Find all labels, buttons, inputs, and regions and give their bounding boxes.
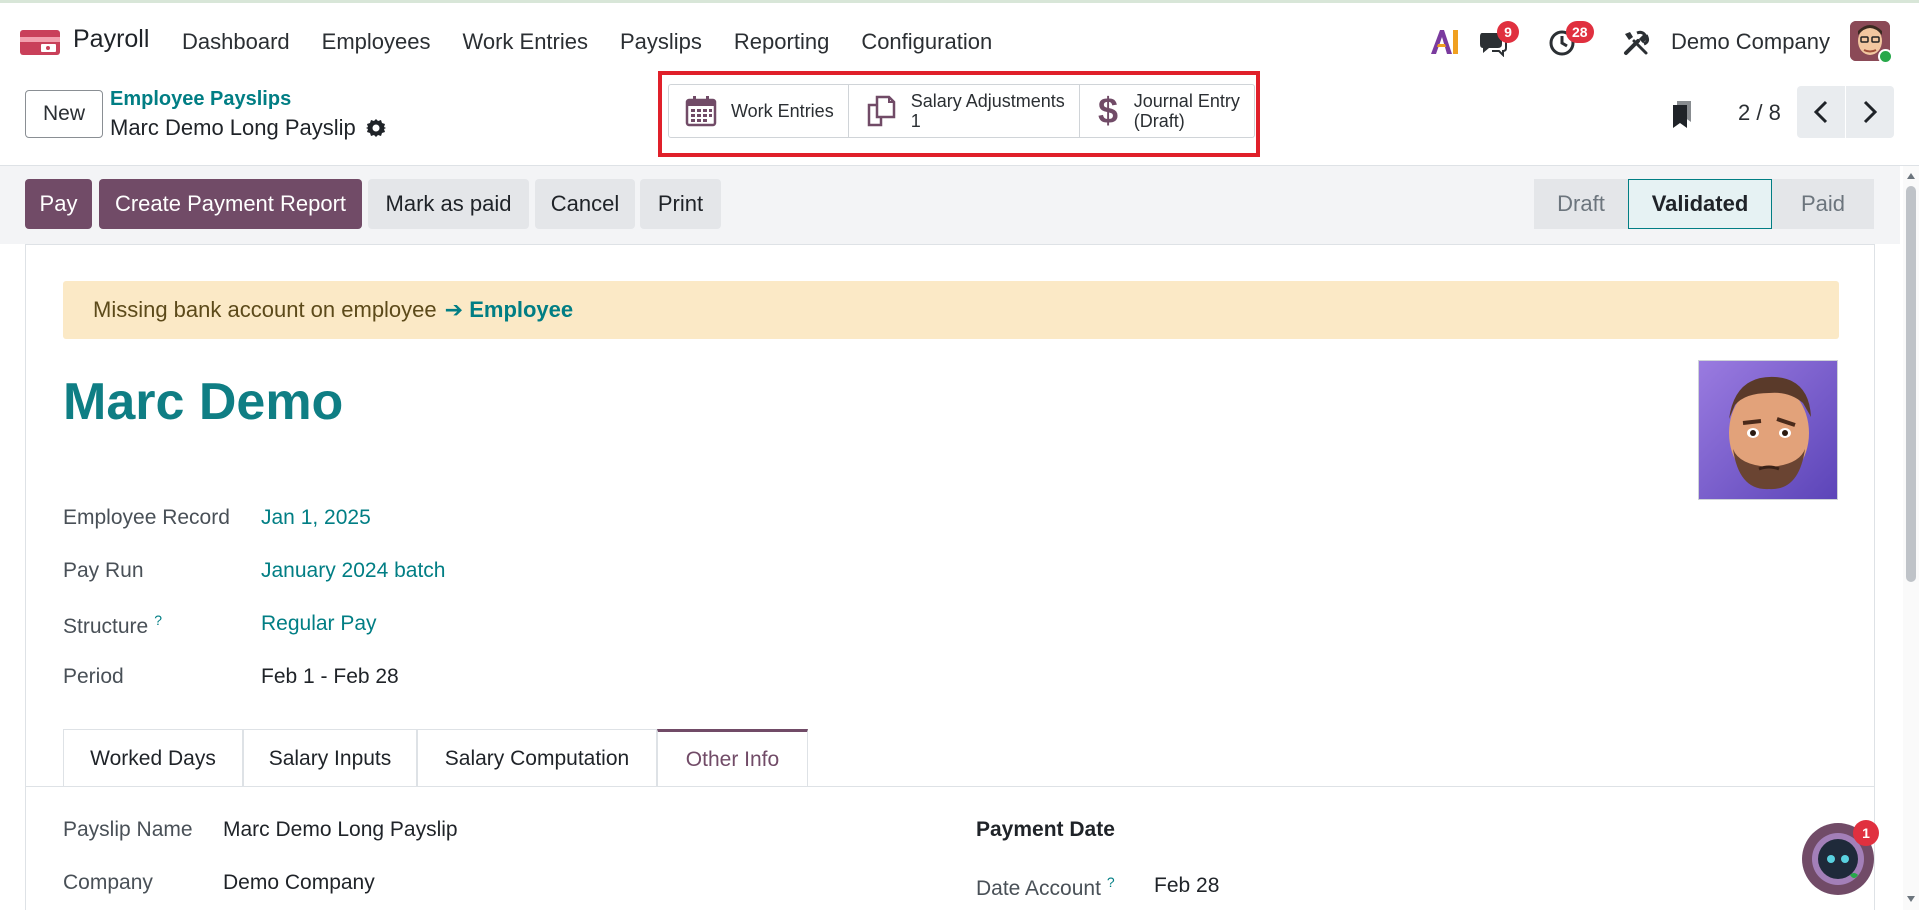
salary-adjustments-text: Salary Adjustments bbox=[910, 91, 1065, 111]
work-entries-smart-button[interactable]: Work Entries bbox=[669, 85, 849, 137]
stage-draft[interactable]: Draft bbox=[1534, 179, 1628, 229]
payslip-name-value[interactable]: Marc Demo Long Payslip bbox=[223, 818, 458, 842]
chevron-right-icon bbox=[1863, 100, 1877, 124]
gear-icon[interactable] bbox=[365, 118, 386, 138]
structure-label: Structure? bbox=[63, 612, 162, 639]
breadcrumb-employee-payslips[interactable]: Employee Payslips bbox=[110, 88, 291, 111]
payment-date-label: Payment Date bbox=[976, 818, 1115, 841]
bookmark-icon[interactable] bbox=[1671, 100, 1695, 130]
chevron-left-icon bbox=[1814, 100, 1828, 124]
pay-button[interactable]: Pay bbox=[25, 179, 92, 229]
scroll-down-arrow-icon[interactable] bbox=[1905, 893, 1917, 905]
employee-name[interactable]: Marc Demo bbox=[63, 372, 343, 432]
salary-adjustments-count: 1 bbox=[910, 111, 921, 131]
online-status-icon bbox=[1878, 49, 1893, 64]
journal-entry-text: Journal Entry bbox=[1133, 91, 1240, 111]
form-tabs: Worked Days Salary Inputs Salary Computa… bbox=[63, 729, 808, 787]
bank-account-alert: Missing bank account on employee ➔ Emplo… bbox=[63, 281, 1839, 339]
company-switcher[interactable]: Demo Company bbox=[1671, 29, 1830, 55]
date-account-help-icon[interactable]: ? bbox=[1107, 874, 1115, 890]
top-navbar: Payroll Dashboard Employees Work Entries… bbox=[0, 0, 1919, 78]
scrollbar-thumb[interactable] bbox=[1906, 186, 1916, 582]
payslip-name-label: Payslip Name bbox=[63, 818, 193, 841]
menu-work-entries[interactable]: Work Entries bbox=[446, 27, 604, 57]
alert-employee-link[interactable]: ➔ Employee bbox=[445, 297, 573, 323]
status-bar: Pay Create Payment Report Mark as paid C… bbox=[0, 166, 1900, 244]
record-title: Marc Demo Long Payslip bbox=[110, 115, 386, 141]
tab-other-info[interactable]: Other Info bbox=[657, 729, 808, 787]
employee-record-label: Employee Record bbox=[63, 506, 230, 529]
pay-run-value[interactable]: January 2024 batch bbox=[261, 559, 445, 583]
app-name[interactable]: Payroll bbox=[73, 25, 149, 54]
date-account-label-text: Date Account bbox=[976, 877, 1101, 900]
mark-as-paid-button[interactable]: Mark as paid bbox=[368, 179, 529, 229]
main-menu: Dashboard Employees Work Entries Payslip… bbox=[182, 27, 1008, 57]
employee-photo[interactable] bbox=[1698, 360, 1838, 500]
structure-label-text: Structure bbox=[63, 615, 149, 638]
alert-text: Missing bank account on employee bbox=[93, 297, 437, 322]
dollar-icon: $ bbox=[1098, 91, 1118, 131]
print-button[interactable]: Print bbox=[640, 179, 721, 229]
tab-salary-inputs[interactable]: Salary Inputs bbox=[243, 729, 417, 787]
journal-entry-smart-button[interactable]: $ Journal Entry (Draft) bbox=[1080, 85, 1254, 137]
pager-previous-button[interactable] bbox=[1797, 86, 1845, 138]
copy-documents-icon bbox=[867, 95, 895, 127]
period-value[interactable]: Feb 1 - Feb 28 bbox=[261, 665, 399, 689]
svg-text:$: $ bbox=[1098, 91, 1118, 131]
pager-next-button[interactable] bbox=[1846, 86, 1894, 138]
ai-icon[interactable] bbox=[1428, 27, 1460, 57]
calendar-icon bbox=[685, 96, 717, 127]
company-label: Company bbox=[63, 871, 153, 894]
journal-entry-label: Journal Entry (Draft) bbox=[1134, 91, 1240, 131]
new-button[interactable]: New bbox=[25, 90, 103, 138]
debug-tools-icon[interactable] bbox=[1622, 29, 1650, 57]
cancel-button[interactable]: Cancel bbox=[535, 179, 635, 229]
tab-salary-computation[interactable]: Salary Computation bbox=[417, 729, 657, 787]
livechat-badge: 1 bbox=[1853, 820, 1879, 846]
journal-entry-state: (Draft) bbox=[1133, 111, 1185, 131]
work-entries-label: Work Entries bbox=[731, 101, 834, 121]
tab-worked-days[interactable]: Worked Days bbox=[63, 729, 243, 787]
employee-record-value[interactable]: Jan 1, 2025 bbox=[261, 506, 371, 530]
menu-reporting[interactable]: Reporting bbox=[718, 27, 845, 57]
smart-buttons: Work Entries Salary Adjustments 1 $ Jour… bbox=[668, 84, 1255, 138]
stage-validated[interactable]: Validated bbox=[1628, 179, 1772, 229]
payroll-app-icon[interactable] bbox=[19, 27, 61, 57]
menu-payslips[interactable]: Payslips bbox=[604, 27, 718, 57]
menu-dashboard[interactable]: Dashboard bbox=[182, 27, 306, 57]
salary-adjustments-smart-button[interactable]: Salary Adjustments 1 bbox=[849, 85, 1080, 137]
period-label: Period bbox=[63, 665, 124, 688]
record-title-text: Marc Demo Long Payslip bbox=[110, 115, 356, 140]
structure-value[interactable]: Regular Pay bbox=[261, 612, 377, 636]
tab-divider bbox=[25, 786, 1875, 787]
messages-badge: 9 bbox=[1497, 21, 1519, 43]
structure-help-icon[interactable]: ? bbox=[154, 612, 162, 628]
pay-run-label: Pay Run bbox=[63, 559, 144, 582]
date-account-label: Date Account? bbox=[976, 874, 1115, 901]
menu-configuration[interactable]: Configuration bbox=[845, 27, 1008, 57]
company-value[interactable]: Demo Company bbox=[223, 871, 375, 895]
date-account-value[interactable]: Feb 28 bbox=[1154, 874, 1219, 898]
create-payment-report-button[interactable]: Create Payment Report bbox=[99, 179, 362, 229]
activity-badge: 28 bbox=[1566, 21, 1594, 43]
menu-employees[interactable]: Employees bbox=[306, 27, 447, 57]
status-stages: Draft Validated Paid bbox=[1534, 179, 1874, 229]
stage-paid[interactable]: Paid bbox=[1772, 179, 1874, 229]
pager-value[interactable]: 2 / 8 bbox=[1738, 100, 1781, 126]
scroll-up-arrow-icon[interactable] bbox=[1905, 170, 1917, 182]
salary-adjustments-label: Salary Adjustments 1 bbox=[911, 91, 1065, 131]
